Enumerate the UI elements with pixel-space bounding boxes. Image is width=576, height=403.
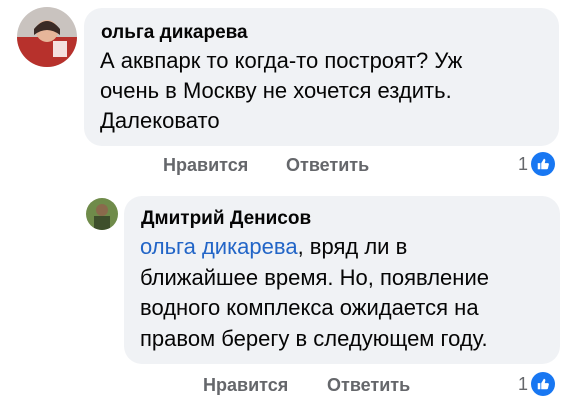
reaction-count: 1: [518, 373, 529, 394]
reply-button[interactable]: Ответить: [327, 375, 410, 396]
reaction-summary[interactable]: 1: [518, 152, 556, 176]
like-thumb-icon: [531, 372, 556, 396]
like-thumb-icon: [531, 152, 556, 176]
like-button[interactable]: Нравится: [203, 375, 288, 396]
reply-text-line: водного комплекса ожидается на: [140, 295, 479, 320]
mention-link[interactable]: ольга дикарева: [140, 234, 298, 259]
comment-text-line: А аквпарк то когда-то построят? Уж: [100, 48, 463, 73]
comment-text: А аквпарк то когда-то построят? Уж очень…: [100, 46, 462, 136]
reply-text-line: правом берегу в следующем году.: [140, 325, 488, 351]
reply-text: ольга дикарева, вряд ли в ближайшее врем…: [140, 232, 489, 354]
reply-author[interactable]: Дмитрий Денисов: [141, 208, 311, 230]
reply-text-line: ольга дикарева, вряд ли в: [140, 234, 408, 259]
avatar-dmitry[interactable]: [86, 198, 118, 230]
avatar-olga[interactable]: [17, 7, 77, 67]
comment-text-line: Далековато: [100, 108, 220, 133]
comment-text-line: очень в Москву не хочется ездить.: [100, 78, 452, 103]
reply-button[interactable]: Ответить: [286, 155, 369, 176]
reaction-summary[interactable]: 1: [518, 372, 556, 396]
reply-text-line: ближайшее время. Но, появление: [140, 264, 489, 290]
like-button[interactable]: Нравится: [163, 155, 248, 176]
comment-author[interactable]: ольга дикарева: [101, 22, 248, 44]
reaction-count: 1: [518, 153, 529, 174]
avatar-photo-icon: [17, 7, 77, 67]
avatar-photo-icon: [86, 198, 118, 230]
